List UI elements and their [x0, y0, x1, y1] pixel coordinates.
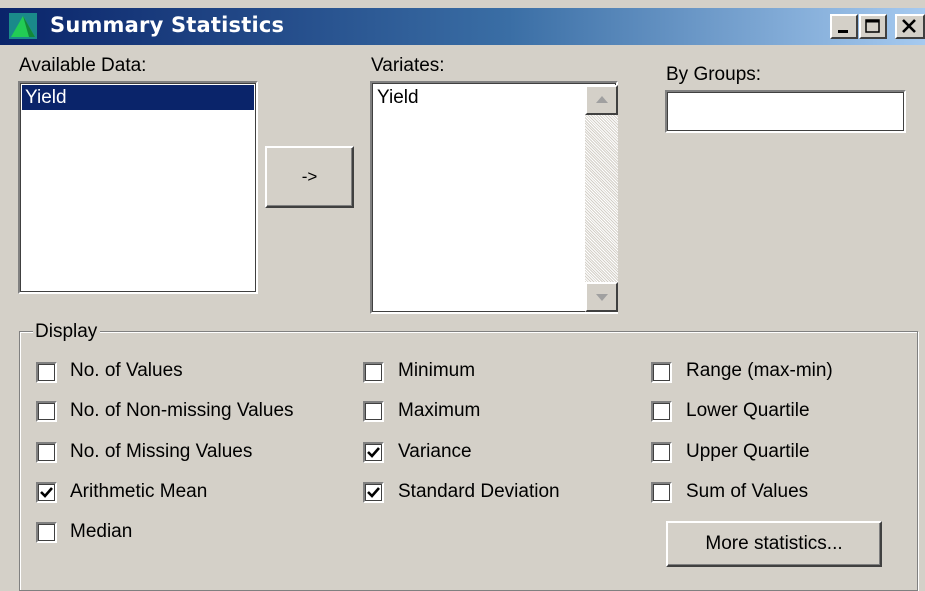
checkbox-arithmetic-mean[interactable]	[36, 482, 57, 503]
close-icon	[902, 19, 916, 33]
variates-item-yield[interactable]: Yield	[374, 85, 581, 110]
maximize-icon	[865, 19, 880, 33]
label-standard-deviation: Standard Deviation	[398, 481, 560, 502]
add-variate-button[interactable]: ->	[265, 146, 354, 208]
title-bar[interactable]: Summary Statistics	[0, 8, 925, 45]
add-variate-button-label: ->	[301, 167, 318, 186]
checkbox-no-of-non-missing-values[interactable]	[36, 401, 57, 422]
label-sum-of-values: Sum of Values	[686, 481, 809, 502]
chart-triangle-icon	[9, 13, 37, 39]
available-data-label: Available Data:	[19, 55, 147, 76]
maximize-button[interactable]	[859, 14, 887, 39]
minimize-button[interactable]	[830, 14, 858, 39]
checkbox-median[interactable]	[36, 522, 57, 543]
checkmark-icon	[367, 447, 380, 458]
more-statistics-label: More statistics...	[705, 533, 843, 554]
label-lower-quartile: Lower Quartile	[686, 400, 810, 421]
available-data-item-yield[interactable]: Yield	[22, 85, 254, 110]
checkbox-no-of-values[interactable]	[36, 362, 57, 383]
label-range: Range (max-min)	[686, 360, 833, 381]
checkbox-sum-of-values[interactable]	[651, 482, 672, 503]
label-no-of-non-missing-values: No. of Non-missing Values	[70, 400, 294, 421]
label-upper-quartile: Upper Quartile	[686, 441, 810, 462]
scroll-down-icon	[596, 294, 608, 301]
more-statistics-button[interactable]: More statistics...	[666, 521, 882, 567]
display-legend: Display	[33, 321, 101, 343]
label-no-of-missing-values: No. of Missing Values	[70, 441, 253, 462]
by-groups-label: By Groups:	[666, 64, 762, 85]
close-button[interactable]	[895, 14, 925, 39]
checkmark-icon	[367, 487, 380, 498]
variates-scrollbar[interactable]	[585, 85, 618, 312]
label-variance: Variance	[398, 441, 472, 462]
checkbox-variance[interactable]	[363, 442, 384, 463]
checkbox-standard-deviation[interactable]	[363, 482, 384, 503]
label-arithmetic-mean: Arithmetic Mean	[70, 481, 208, 502]
checkbox-lower-quartile[interactable]	[651, 401, 672, 422]
checkbox-minimum[interactable]	[363, 362, 384, 383]
label-maximum: Maximum	[398, 400, 481, 421]
minimize-icon	[838, 30, 848, 33]
available-data-list[interactable]: Yield	[18, 81, 258, 294]
checkbox-upper-quartile[interactable]	[651, 442, 672, 463]
by-groups-field[interactable]	[665, 90, 906, 133]
scroll-up-icon	[596, 96, 608, 103]
checkmark-icon	[40, 487, 53, 498]
label-minimum: Minimum	[398, 360, 476, 381]
label-no-of-values: No. of Values	[70, 360, 183, 381]
label-median: Median	[70, 521, 133, 542]
variates-label: Variates:	[371, 55, 445, 76]
checkbox-range[interactable]	[651, 362, 672, 383]
scroll-down-button[interactable]	[585, 282, 618, 312]
window-title: Summary Statistics	[50, 13, 285, 37]
checkbox-maximum[interactable]	[363, 401, 384, 422]
variates-list[interactable]: Yield	[370, 81, 618, 314]
scroll-up-button[interactable]	[585, 85, 618, 115]
checkbox-no-of-missing-values[interactable]	[36, 442, 57, 463]
